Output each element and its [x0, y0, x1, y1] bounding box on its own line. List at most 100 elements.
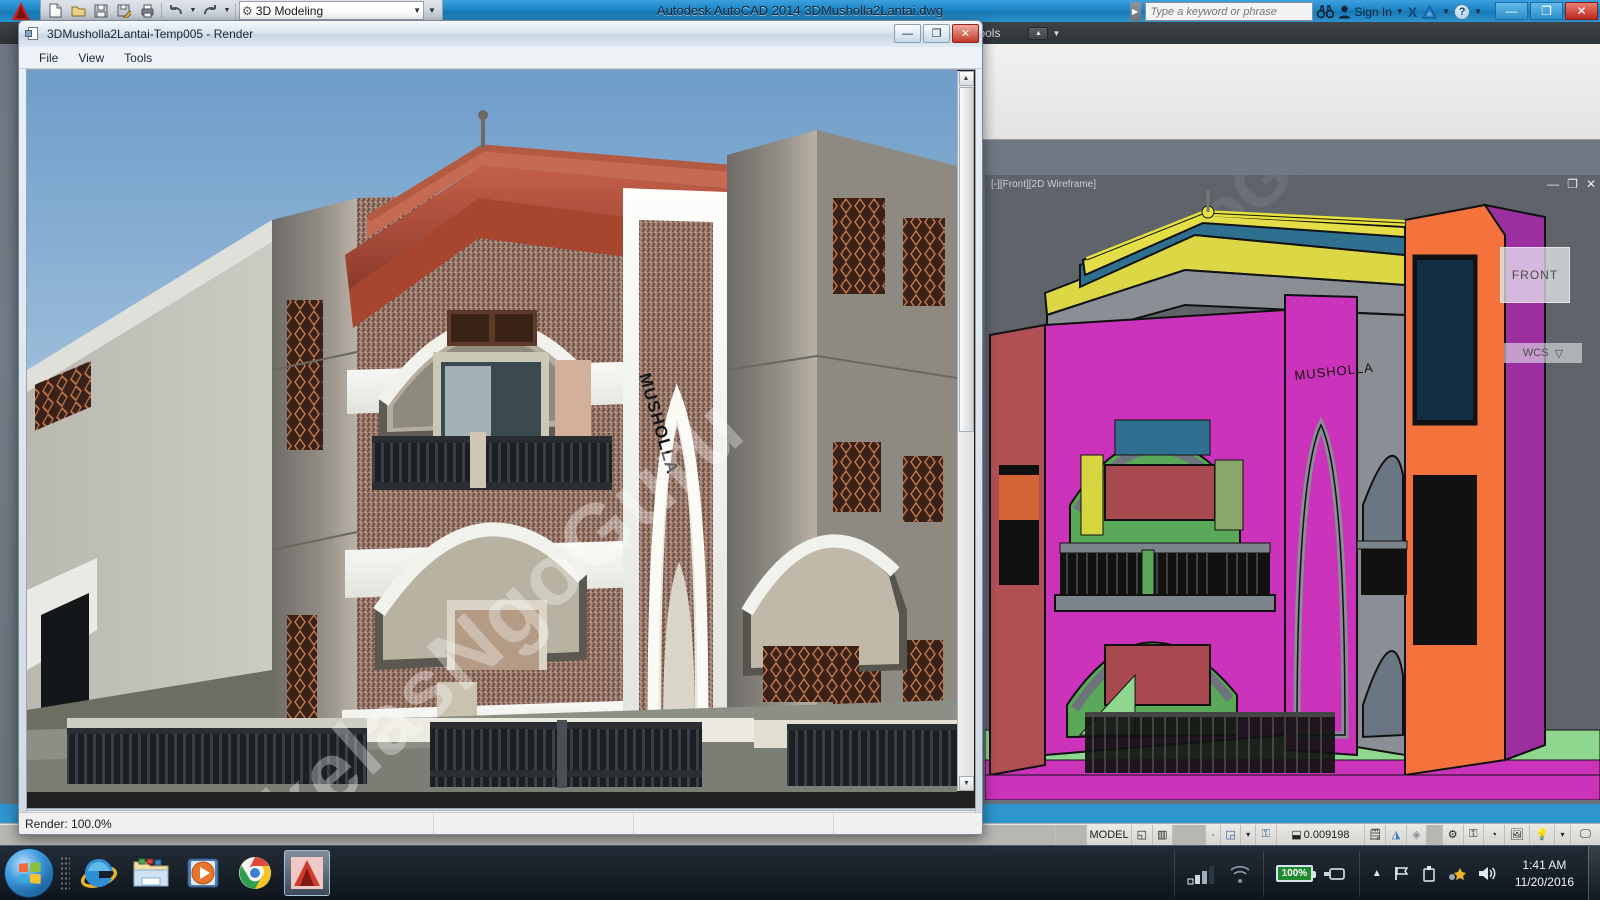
show-hidden-icons-icon[interactable]: ▲: [1372, 868, 1382, 879]
autocad-minimize-button[interactable]: —: [1495, 2, 1528, 20]
tray-icon-group[interactable]: ▲: [1360, 865, 1509, 883]
tray-network-group[interactable]: [1174, 851, 1264, 897]
qat-overflow-icon[interactable]: ▼: [425, 1, 439, 20]
tray-battery-group[interactable]: 100%: [1264, 851, 1360, 897]
taskbar-google-chrome[interactable]: [232, 850, 278, 896]
autodesk-a-icon[interactable]: [1421, 5, 1438, 19]
autocad-logo-icon[interactable]: [4, 0, 36, 22]
auto-scale-icon[interactable]: ◈: [1407, 825, 1428, 845]
signal-bars-icon[interactable]: [1187, 863, 1219, 885]
viewport-lock-icon[interactable]: ⚿: [1256, 825, 1277, 845]
info-center[interactable]: ▶ Type a keyword or phrase Sign In ▼ X ▼…: [1130, 2, 1482, 21]
autodesk-exchange-icon[interactable]: X: [1408, 4, 1417, 20]
render-window-title-bar[interactable]: 3DMusholla2Lantai-Temp005 - Render — ❐ ✕: [19, 21, 982, 47]
infocenter-expand-icon[interactable]: ▶: [1130, 2, 1141, 21]
chevron-down-icon[interactable]: ▼: [413, 6, 421, 15]
menu-view[interactable]: View: [68, 49, 114, 67]
viewport-close-icon[interactable]: ✕: [1586, 177, 1596, 191]
isolate-objects-icon[interactable]: 🖼: [1505, 825, 1530, 845]
save-button[interactable]: [90, 1, 112, 20]
render-vertical-scrollbar[interactable]: ▲ ▼: [957, 71, 974, 791]
render-minimize-button[interactable]: —: [894, 24, 921, 43]
windows-taskbar[interactable]: 100% ▲: [0, 845, 1600, 900]
status-bar-menu-caret-icon[interactable]: ▾: [1555, 825, 1571, 845]
toolbar-lock-icon[interactable]: ⚿: [1464, 825, 1485, 845]
viewport-restore-icon[interactable]: ❐: [1567, 177, 1578, 191]
plot-button[interactable]: [136, 1, 158, 20]
taskbar-clock[interactable]: 1:41 AM 11/20/2016: [1509, 857, 1588, 891]
windows-update-icon[interactable]: [1448, 866, 1466, 882]
viewport-maximize-icon[interactable]: ◲: [1221, 825, 1242, 845]
render-window-buttons[interactable]: — ❐ ✕: [894, 24, 979, 43]
annotation-scale[interactable]: ⬓ 0.009198: [1277, 825, 1366, 845]
quick-access-toolbar[interactable]: ▼ ▼ ⚙ 3D Modeling ▼ ▼: [40, 0, 443, 22]
quick-launch-grip[interactable]: [60, 856, 70, 890]
model-tab[interactable]: MODEL: [1087, 825, 1132, 845]
redo-caret-icon[interactable]: ▼: [222, 1, 232, 20]
render-scroll-up-icon[interactable]: ▲: [959, 71, 974, 86]
ucs-selector[interactable]: WCS ▽: [1504, 343, 1582, 363]
wifi-icon[interactable]: [1229, 864, 1251, 884]
save-as-button[interactable]: [113, 1, 135, 20]
show-desktop-button[interactable]: [1588, 846, 1600, 900]
system-tray[interactable]: 100% ▲: [1174, 846, 1600, 900]
help-caret-icon[interactable]: ▼: [1474, 7, 1482, 16]
taskbar-internet-explorer[interactable]: [76, 850, 122, 896]
quick-view-drawings-icon[interactable]: ▥: [1153, 825, 1174, 845]
render-image-canvas[interactable]: MUSHOLLA: [26, 69, 976, 809]
safely-remove-hardware-icon[interactable]: [1421, 865, 1437, 883]
undo-caret-icon[interactable]: ▼: [188, 1, 198, 20]
taskbar-file-explorer[interactable]: [128, 850, 174, 896]
sign-in-caret-icon[interactable]: ▼: [1396, 7, 1404, 16]
view-cube[interactable]: FRONT: [1492, 233, 1582, 319]
menu-file[interactable]: File: [29, 49, 68, 67]
view-cube-face-label[interactable]: FRONT: [1500, 247, 1570, 303]
render-vscroll-thumb[interactable]: [959, 87, 974, 432]
hardware-acceleration-icon[interactable]: ◔: [1484, 825, 1505, 845]
clean-screen-icon[interactable]: 🖵: [1571, 825, 1600, 845]
ribbon-minimize-caret[interactable]: ▼: [1052, 29, 1060, 38]
autocad-restore-button[interactable]: ❐: [1530, 2, 1563, 20]
battery-icon[interactable]: 100%: [1276, 865, 1313, 882]
power-plug-icon[interactable]: [1323, 865, 1347, 883]
taskbar-media-player[interactable]: [180, 850, 226, 896]
quick-view-layouts-icon[interactable]: ◱: [1132, 825, 1153, 845]
new-button[interactable]: [44, 1, 66, 20]
redo-button[interactable]: [199, 1, 221, 20]
graphics-performance-icon[interactable]: 💡: [1530, 825, 1555, 845]
annotation-monitor-icon[interactable]: 🗒: [1365, 825, 1386, 845]
help-icon[interactable]: ?: [1454, 4, 1470, 20]
viewport-scale-caret-icon[interactable]: ▾: [1241, 825, 1256, 845]
sign-in-button[interactable]: Sign In: [1355, 5, 1392, 19]
menu-tools[interactable]: Tools: [114, 49, 162, 67]
render-close-button[interactable]: ✕: [952, 24, 979, 43]
render-menu-bar[interactable]: File View Tools: [19, 47, 982, 69]
start-orb[interactable]: [4, 848, 54, 898]
ribbon-minimize-control[interactable]: ▲ ▼: [1028, 27, 1060, 40]
render-window[interactable]: 3DMusholla2Lantai-Temp005 - Render — ❐ ✕…: [18, 20, 983, 835]
user-icon[interactable]: [1338, 5, 1351, 19]
render-scroll-down-icon[interactable]: ▼: [959, 776, 974, 791]
taskbar-autocad[interactable]: [284, 850, 330, 896]
ribbon-minimize-icon[interactable]: ▲: [1028, 27, 1048, 40]
autodesk-a-caret-icon[interactable]: ▼: [1442, 7, 1450, 16]
render-maximize-button[interactable]: ❐: [923, 24, 950, 43]
undo-button[interactable]: [165, 1, 187, 20]
autocad-window-buttons[interactable]: — ❐ ✕: [1495, 2, 1598, 20]
search-input[interactable]: Type a keyword or phrase: [1145, 2, 1313, 21]
viewport-minimize-icon[interactable]: —: [1547, 177, 1559, 191]
viewport-control-label[interactable]: [-][Front][2D Wireframe]: [991, 179, 1096, 190]
autocad-title-bar[interactable]: ▼ ▼ ⚙ 3D Modeling ▼ ▼ Autodesk AutoCAD 2…: [0, 0, 1600, 22]
binoculars-icon[interactable]: [1317, 5, 1334, 19]
workspace-dropdown[interactable]: ⚙ 3D Modeling ▼: [239, 1, 424, 20]
drawing-viewport[interactable]: kelasNgoGuru kelasNgoGuru: [985, 175, 1600, 800]
status-bar-dot[interactable]: ·: [1206, 825, 1221, 845]
ucs-caret-icon[interactable]: ▽: [1555, 347, 1563, 360]
speaker-icon[interactable]: [1477, 865, 1497, 882]
open-button[interactable]: [67, 1, 89, 20]
annotation-visibility-icon[interactable]: ◮: [1386, 825, 1407, 845]
viewport-window-buttons[interactable]: — ❐ ✕: [1547, 177, 1596, 191]
action-center-flag-icon[interactable]: [1393, 865, 1410, 882]
workspace-switching-icon[interactable]: ⚙: [1443, 825, 1464, 845]
autocad-close-button[interactable]: ✕: [1565, 2, 1598, 20]
